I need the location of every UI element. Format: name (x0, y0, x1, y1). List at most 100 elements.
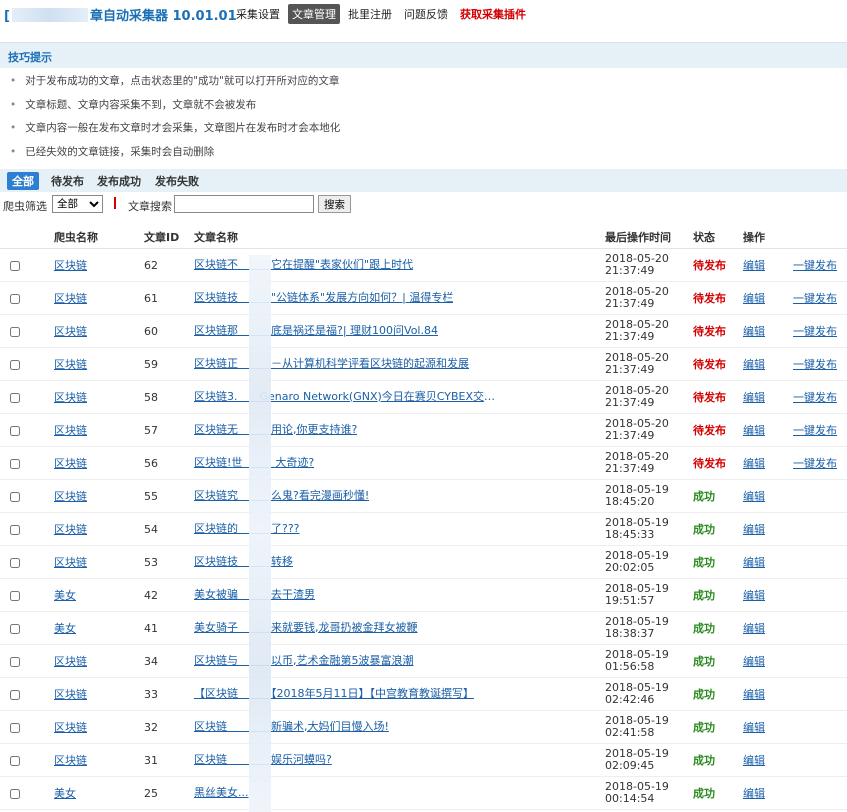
edit-link[interactable]: 编辑 (743, 325, 765, 338)
crawler-link[interactable]: 区块链 (54, 721, 87, 734)
one-click-publish-link[interactable]: 一键发布 (793, 391, 837, 404)
nav-batch-register[interactable]: 批里注册 (344, 4, 396, 24)
tab-all[interactable]: 全部 (7, 172, 39, 190)
row-checkbox[interactable] (10, 524, 20, 535)
row-checkbox[interactable] (10, 656, 20, 667)
tab-failed[interactable]: 发布失败 (155, 173, 199, 189)
status-badge[interactable]: 成功 (693, 523, 715, 536)
row-checkbox[interactable] (10, 293, 20, 304)
crawler-link[interactable]: 区块链 (54, 457, 87, 470)
crawler-link[interactable]: 区块链 (54, 358, 87, 371)
row-checkbox[interactable] (10, 425, 20, 436)
crawler-link[interactable]: 区块链 (54, 325, 87, 338)
article-title-link[interactable]: 区块链技 "公链体系"发展方向如何？| 温得专栏 (194, 289, 453, 305)
crawler-link[interactable]: 区块链 (54, 688, 87, 701)
article-title-link[interactable]: 区块链正 －从计算机科学评看区块链的起源和发展 (194, 355, 469, 371)
edit-link[interactable]: 编辑 (743, 292, 765, 305)
status-badge[interactable]: 成功 (693, 556, 715, 569)
tab-pending[interactable]: 待发布 (51, 173, 84, 189)
article-title-link[interactable]: 区块链无 用论,你更支持谁? (194, 421, 357, 437)
row-checkbox[interactable] (10, 590, 20, 601)
edit-link[interactable]: 编辑 (743, 589, 765, 602)
crawler-link[interactable]: 美女 (54, 589, 76, 602)
edit-link[interactable]: 编辑 (743, 391, 765, 404)
crawler-link[interactable]: 区块链 (54, 523, 87, 536)
article-title-link[interactable]: 区块链与 以币,艺术金融第5波暴富浪潮 (194, 652, 414, 668)
crawler-link[interactable]: 区块链 (54, 259, 87, 272)
row-checkbox[interactable] (10, 392, 20, 403)
edit-link[interactable]: 编辑 (743, 754, 765, 767)
crawler-filter-select[interactable]: 全部 (52, 195, 103, 213)
edit-link[interactable]: 编辑 (743, 622, 765, 635)
one-click-publish-link[interactable]: 一键发布 (793, 325, 837, 338)
op-time: 21:37:49 (605, 429, 655, 442)
search-button[interactable]: 搜索 (318, 195, 351, 213)
status-badge[interactable]: 成功 (693, 490, 715, 503)
row-checkbox[interactable] (10, 359, 20, 370)
op-time: 18:38:37 (605, 627, 655, 640)
row-checkbox[interactable] (10, 491, 20, 502)
edit-link[interactable]: 编辑 (743, 490, 765, 503)
crawler-link[interactable]: 区块链 (54, 655, 87, 668)
article-search-input[interactable] (174, 195, 314, 213)
article-title-link[interactable]: 区块链那 底是祸还是福?| 理财100问Vol.84 (194, 322, 438, 338)
row-checkbox[interactable] (10, 458, 20, 469)
article-title-link[interactable]: 区块链的 了??? (194, 520, 300, 536)
row-checkbox[interactable] (10, 722, 20, 733)
crawler-link[interactable]: 美女 (54, 787, 76, 800)
edit-link[interactable]: 编辑 (743, 688, 765, 701)
one-click-publish-link[interactable]: 一键发布 (793, 358, 837, 371)
crawler-link[interactable]: 区块链 (54, 391, 87, 404)
article-title-link[interactable]: 黑丝美女... (194, 784, 249, 800)
article-id: 54 (144, 512, 194, 546)
edit-link[interactable]: 编辑 (743, 259, 765, 272)
top-bar: [章自动采集器 10.01.01 采集设置 文章管理 批里注册 问题反馈 获取采… (0, 0, 847, 30)
row-checkbox[interactable] (10, 788, 20, 799)
edit-link[interactable]: 编辑 (743, 523, 765, 536)
row-checkbox[interactable] (10, 326, 20, 337)
crawler-link[interactable]: 美女 (54, 622, 76, 635)
one-click-publish-link[interactable]: 一键发布 (793, 424, 837, 437)
article-title-link[interactable]: 区块链不 它在提醒"表家伙们"跟上时代 (194, 256, 413, 272)
crawler-link[interactable]: 区块链 (54, 556, 87, 569)
edit-link[interactable]: 编辑 (743, 358, 765, 371)
status-badge[interactable]: 成功 (693, 754, 715, 767)
edit-link[interactable]: 编辑 (743, 721, 765, 734)
nav-article-manage[interactable]: 文章管理 (288, 4, 340, 24)
edit-link[interactable]: 编辑 (743, 457, 765, 470)
article-title-link[interactable]: 【区块链 【2018年5月11日】【中宫教育教诞撰写】 (194, 685, 474, 701)
table-row: 区块链 31 区块链 娱乐河蟆吗? 2018-05-19 02:09:45 成功 编辑 (0, 743, 847, 777)
one-click-publish-link[interactable]: 一键发布 (793, 292, 837, 305)
one-click-publish-link[interactable]: 一键发布 (793, 457, 837, 470)
article-id: 34 (144, 644, 194, 678)
status-badge[interactable]: 成功 (693, 589, 715, 602)
nav-feedback[interactable]: 问题反馈 (400, 4, 452, 24)
row-checkbox[interactable] (10, 260, 20, 271)
article-title-link[interactable]: 区块链技 转移 (194, 553, 293, 569)
status-badge[interactable]: 成功 (693, 655, 715, 668)
status-badge[interactable]: 成功 (693, 622, 715, 635)
edit-link[interactable]: 编辑 (743, 655, 765, 668)
row-checkbox[interactable] (10, 623, 20, 634)
row-checkbox[interactable] (10, 755, 20, 766)
article-title-link[interactable]: 美女骑子 来就要钱,龙哥扔被金拜女被鞭 (194, 619, 418, 635)
nav-get-plugin[interactable]: 获取采集插件 (456, 4, 530, 24)
crawler-link[interactable]: 区块链 (54, 424, 87, 437)
article-title-link[interactable]: 区块链 新骗术,大妈们目慢入场! (194, 718, 389, 734)
crawler-link[interactable]: 区块链 (54, 292, 87, 305)
crawler-link[interactable]: 区块链 (54, 490, 87, 503)
nav-collect-settings[interactable]: 采集设置 (232, 4, 284, 24)
edit-link[interactable]: 编辑 (743, 787, 765, 800)
status-badge[interactable]: 成功 (693, 787, 715, 800)
crawler-link[interactable]: 区块链 (54, 754, 87, 767)
article-title-link[interactable]: 区块链3. Genaro Network(GNX)今日在赛贝CYBEX交易所..… (194, 388, 500, 404)
edit-link[interactable]: 编辑 (743, 424, 765, 437)
status-badge[interactable]: 成功 (693, 688, 715, 701)
row-checkbox[interactable] (10, 557, 20, 568)
tab-published[interactable]: 发布成功 (97, 173, 141, 189)
row-checkbox[interactable] (10, 689, 20, 700)
status-badge[interactable]: 成功 (693, 721, 715, 734)
article-title-link[interactable]: 区块链究 么鬼?看完漫画秒懂! (194, 487, 369, 503)
one-click-publish-link[interactable]: 一键发布 (793, 259, 837, 272)
edit-link[interactable]: 编辑 (743, 556, 765, 569)
